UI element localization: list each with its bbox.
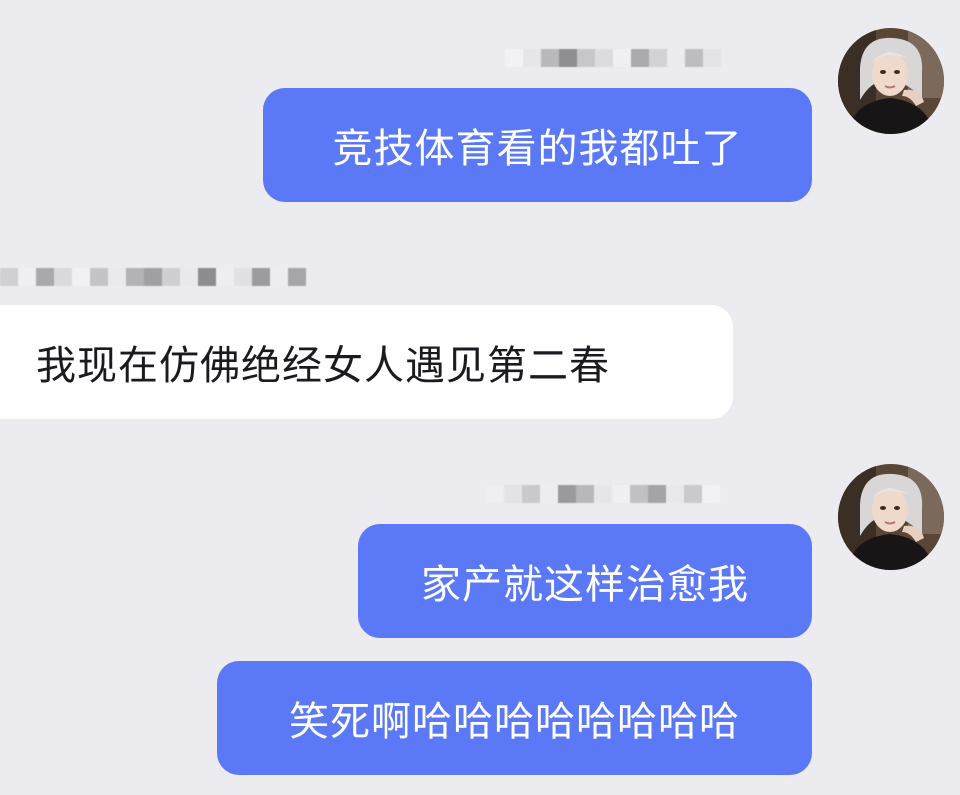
message-text: 我现在仿佛绝经女人遇见第二春: [36, 343, 610, 389]
sender-name-pixelated: [486, 484, 720, 504]
message-bubble-outgoing[interactable]: 家产就这样治愈我: [358, 524, 812, 638]
message-bubble-outgoing[interactable]: 笑死啊哈哈哈哈哈哈哈哈: [217, 661, 812, 775]
message-bubble-incoming[interactable]: 我现在仿佛绝经女人遇见第二春: [0, 305, 733, 419]
message-bubble-outgoing[interactable]: 竞技体育看的我都吐了: [263, 88, 812, 202]
message-text: 家产就这样治愈我: [421, 562, 749, 608]
chat-window: 竞技体育看的我都吐了 我现在仿佛绝经女人遇见第二春 家产就这样治愈我 笑死啊哈哈…: [0, 0, 960, 795]
sender-avatar[interactable]: [838, 28, 944, 134]
message-text: 竞技体育看的我都吐了: [332, 126, 743, 172]
sender-avatar[interactable]: [838, 464, 944, 570]
sender-name-pixelated: [0, 267, 306, 287]
avatar-photo-icon: [838, 464, 944, 570]
message-text: 笑死啊哈哈哈哈哈哈哈哈: [289, 699, 740, 745]
sender-name-pixelated: [505, 48, 721, 68]
avatar-photo-icon: [838, 28, 944, 134]
